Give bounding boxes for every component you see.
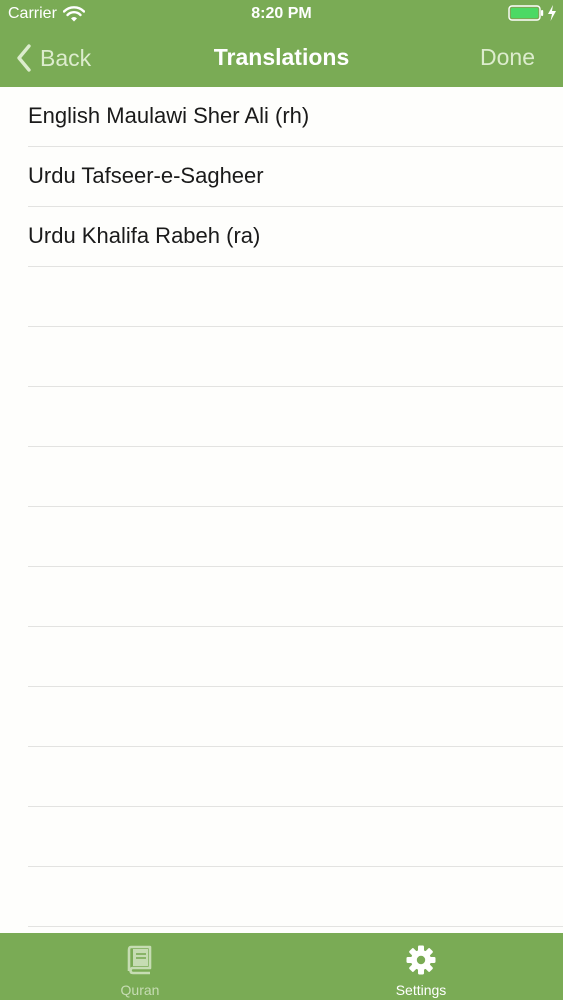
- tab-settings-label: Settings: [395, 982, 447, 998]
- empty-row: [28, 567, 563, 627]
- navigation-bar: Back Translations Done: [0, 30, 563, 87]
- translations-list: English Maulawi Sher Ali (rh) Urdu Tafse…: [0, 87, 563, 933]
- charging-bolt-icon: [548, 5, 556, 21]
- book-icon: [127, 945, 152, 975]
- battery-icon: [508, 5, 544, 21]
- battery-indicator: [508, 5, 557, 21]
- done-button[interactable]: Done: [480, 44, 535, 71]
- empty-row: [28, 387, 563, 447]
- empty-row: [28, 507, 563, 567]
- header: Carrier 8:20 PM Back Translations Done: [0, 0, 563, 87]
- empty-row: [28, 687, 563, 747]
- tab-bar: Quran Settings: [0, 933, 563, 1000]
- gear-icon: [406, 945, 436, 975]
- empty-row: [28, 867, 563, 927]
- empty-row: [28, 807, 563, 867]
- empty-row: [28, 267, 563, 327]
- translation-label: English Maulawi Sher Ali (rh): [28, 103, 310, 128]
- status-bar: Carrier 8:20 PM: [0, 0, 563, 30]
- translation-label: Urdu Tafseer-e-Sagheer: [28, 163, 264, 188]
- translation-row[interactable]: Urdu Tafseer-e-Sagheer: [28, 147, 563, 207]
- translation-label: Urdu Khalifa Rabeh (ra): [28, 223, 261, 248]
- empty-row: [28, 447, 563, 507]
- translation-row[interactable]: English Maulawi Sher Ali (rh): [28, 87, 563, 147]
- tab-quran[interactable]: Quran: [40, 933, 240, 1000]
- page-title: Translations: [213, 44, 350, 70]
- tab-quran-label: Quran: [120, 982, 160, 998]
- empty-row: [28, 627, 563, 687]
- empty-row: [28, 327, 563, 387]
- empty-row: [28, 747, 563, 807]
- translation-row[interactable]: Urdu Khalifa Rabeh (ra): [28, 207, 563, 267]
- status-time: 8:20 PM: [251, 5, 312, 22]
- tab-settings[interactable]: Settings: [321, 933, 521, 1000]
